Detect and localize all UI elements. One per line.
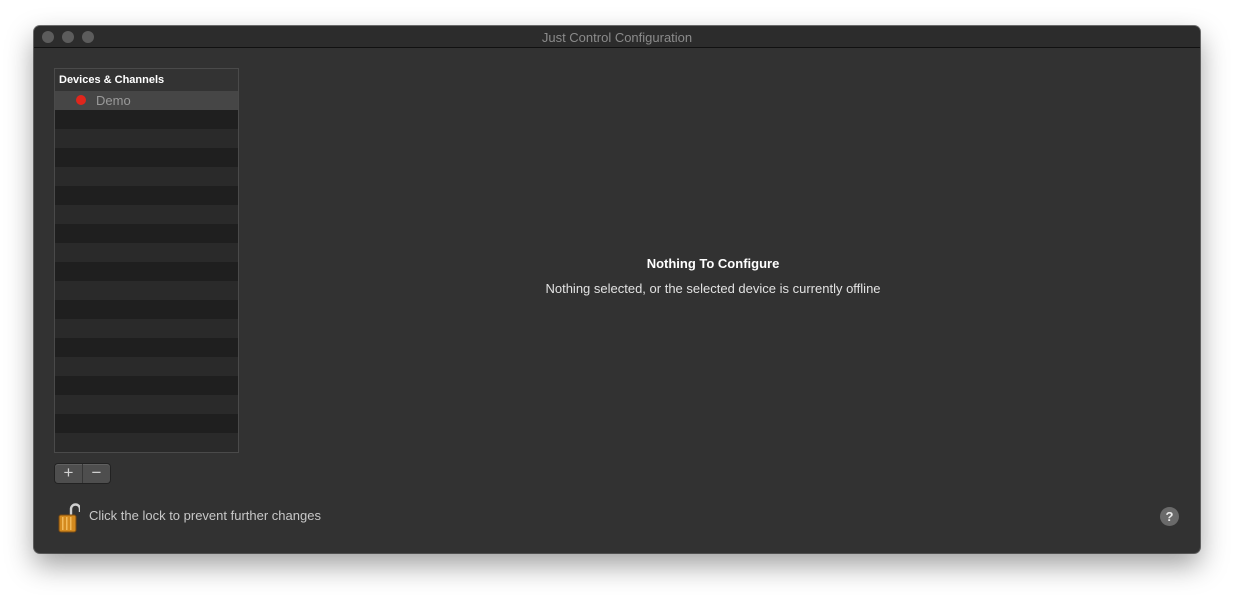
empty-list-row: [55, 205, 238, 224]
help-button[interactable]: ?: [1160, 507, 1179, 526]
empty-list-row: [55, 338, 238, 357]
remove-device-button[interactable]: −: [83, 464, 110, 483]
empty-list-row: [55, 262, 238, 281]
lock-instruction: Click the lock to prevent further change…: [89, 508, 321, 523]
empty-list-row: [55, 129, 238, 148]
empty-list-row: [55, 452, 238, 453]
empty-list-row: [55, 319, 238, 338]
empty-state-message: Nothing To Configure Nothing selected, o…: [244, 256, 1182, 297]
empty-state-title: Nothing To Configure: [646, 256, 780, 271]
empty-list-row: [55, 376, 238, 395]
title-bar[interactable]: Just Control Configuration: [34, 26, 1200, 48]
empty-list-row: [55, 357, 238, 376]
empty-list-row: [55, 224, 238, 243]
empty-list-row: [55, 300, 238, 319]
app-window: Just Control Configuration Devices & Cha…: [34, 26, 1200, 553]
empty-list-row: [55, 186, 238, 205]
empty-list-row: [55, 281, 238, 300]
window-title: Just Control Configuration: [541, 30, 693, 45]
empty-list-row: [55, 243, 238, 262]
device-list-header: Devices & Channels: [55, 69, 238, 91]
empty-list-row: [55, 148, 238, 167]
empty-list-row: [55, 167, 238, 186]
add-remove-buttons: + −: [55, 464, 110, 483]
device-list[interactable]: Devices & Channels Demo: [54, 68, 239, 453]
empty-list-row: [55, 395, 238, 414]
list-item-label: Demo: [96, 93, 131, 108]
empty-list-row: [55, 110, 238, 129]
offline-status-icon: [76, 95, 86, 105]
empty-list-row: [55, 433, 238, 452]
empty-state-subtitle: Nothing selected, or the selected device…: [545, 281, 881, 296]
empty-list-row: [55, 414, 238, 433]
unlocked-padlock-icon[interactable]: [58, 501, 82, 533]
list-item-demo[interactable]: Demo: [55, 91, 238, 110]
add-device-button[interactable]: +: [55, 464, 83, 483]
